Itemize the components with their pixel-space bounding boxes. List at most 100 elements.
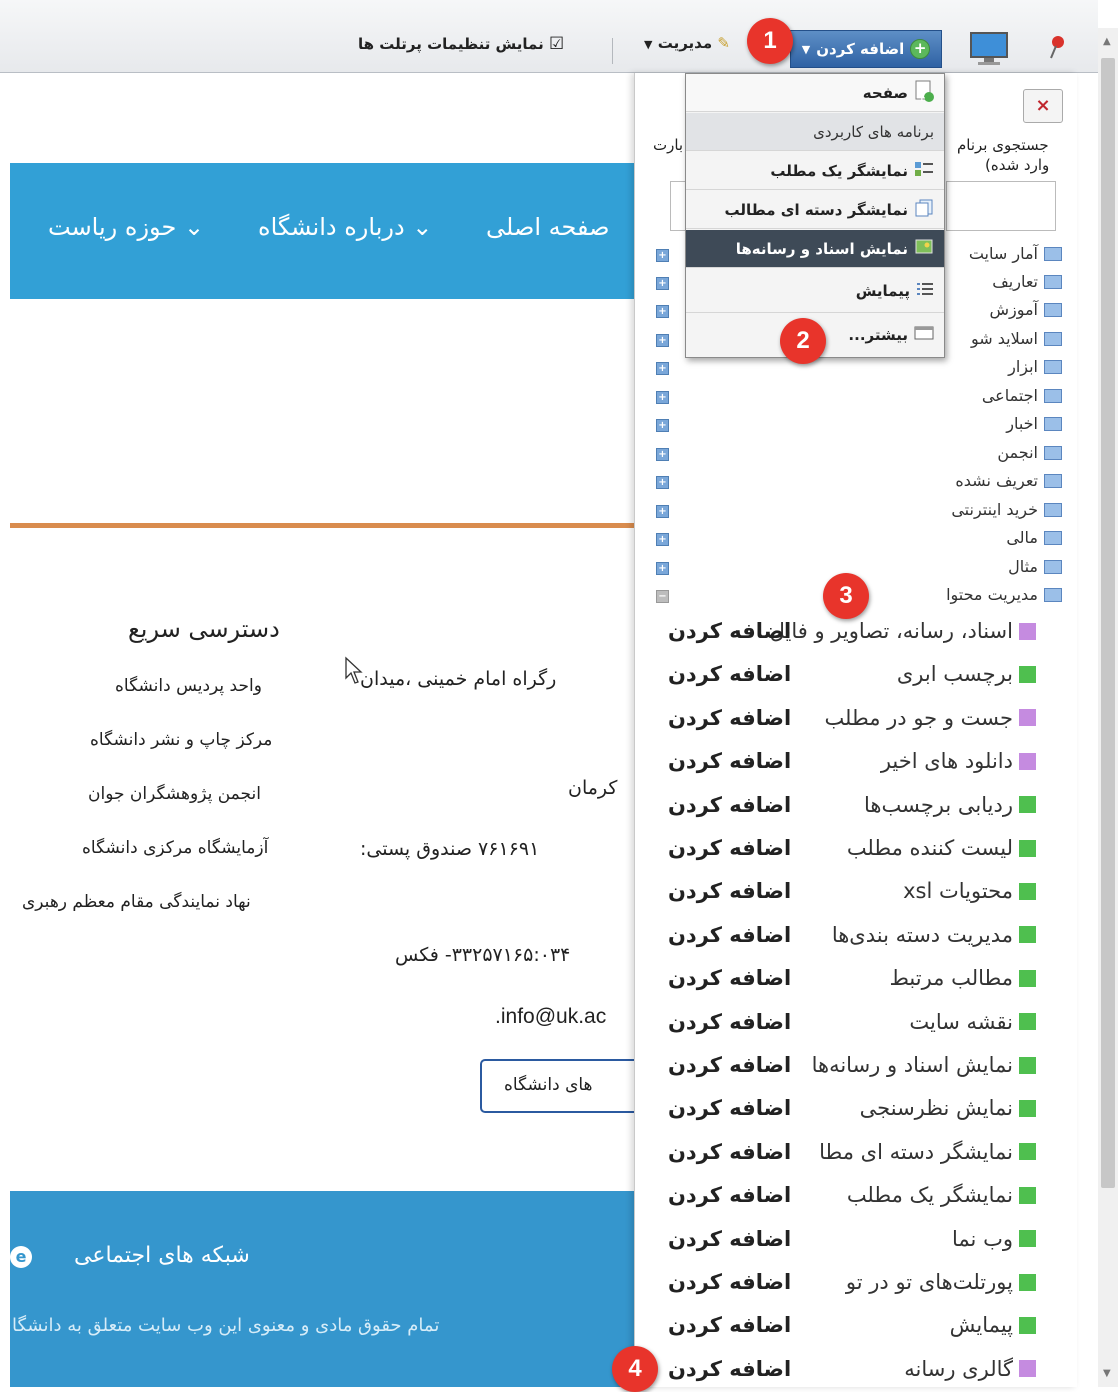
category-item[interactable]: آموزش [989,300,1062,319]
application-item[interactable]: مطالب مرتبط اضافه کردن [634,958,1076,1000]
add-application-link[interactable]: اضافه کردن [668,793,791,817]
copyright-text: تمام حقوق مادی و معنوی این وب سایت متعلق… [12,1315,440,1336]
add-application-link[interactable]: اضافه کردن [668,662,791,686]
monitor-icon[interactable] [968,31,1010,67]
expand-icon[interactable]: + [656,562,669,575]
application-item[interactable]: وب نما اضافه کردن [634,1219,1076,1261]
dropdown-page-item[interactable]: + صفحه [686,74,944,112]
category-item[interactable]: اجتماعی [982,386,1062,405]
pin-icon[interactable] [1048,34,1066,60]
add-application-link[interactable]: اضافه کردن [668,1357,791,1381]
expand-icon[interactable]: + [656,305,669,318]
scroll-down-arrow-icon[interactable]: ▼ [1103,1368,1111,1379]
manage-menu[interactable]: ✎ مدیریت ▼ [644,34,730,52]
expand-icon[interactable]: + [656,476,669,489]
dropdown-item-label: نمایشگر یک مطلب [770,161,908,180]
expand-icon[interactable]: + [656,277,669,290]
add-application-link[interactable]: اضافه کردن [668,1053,791,1077]
quick-link[interactable]: مرکز چاپ و نشر دانشگاه [90,730,272,750]
expand-icon[interactable]: + [656,505,669,518]
quick-link[interactable]: واحد پردیس دانشگاه [115,676,262,696]
category-item[interactable]: مثال [1008,557,1062,576]
application-item[interactable]: گالری رسانه اضافه کردن [634,1349,1076,1391]
expand-icon[interactable]: + [656,419,669,432]
add-application-link[interactable]: اضافه کردن [668,1140,791,1164]
dropdown-item-navigation[interactable]: پیمایش [686,269,944,313]
quick-link[interactable]: نهاد نمایندگی مقام معظم رهبری [22,892,251,912]
portlet-icon [1019,882,1036,900]
social-network-icon[interactable]: e [10,1246,32,1268]
application-label: جست و جو در مطلب [824,705,1013,730]
search-input[interactable] [946,181,1056,231]
application-item[interactable]: دانلود های اخیر اضافه کردن [634,741,1076,783]
contact-email[interactable]: info@uk.ac. [495,1005,606,1029]
expand-icon[interactable]: + [656,391,669,404]
scroll-up-arrow-icon[interactable]: ▲ [1103,36,1111,47]
application-item[interactable]: نمایش اسناد و رسانه‌ها اضافه کردن [634,1045,1076,1087]
application-label: گالری رسانه [904,1356,1013,1381]
dropdown-item-asset-publisher-multi[interactable]: نمایشگر دسته ای مطالب [686,191,944,229]
folder-icon [1044,559,1062,574]
scrollbar-thumb[interactable] [1101,58,1115,1188]
application-item[interactable]: برچسب ابری اضافه کردن [634,654,1076,696]
quick-link[interactable]: انجمن پژوهشگران جوان [88,784,261,804]
expand-icon[interactable]: + [656,334,669,347]
category-item[interactable]: اخبار [1006,414,1062,433]
close-icon[interactable]: × [1023,89,1063,123]
checkbox-checked-icon: ☑ [548,34,565,54]
application-item[interactable]: پورتلت‌های تو در تو اضافه کردن [634,1262,1076,1304]
add-application-link[interactable]: اضافه کردن [668,836,791,860]
application-item[interactable]: پیمایش اضافه کردن [634,1305,1076,1347]
toggle-portlet-settings[interactable]: ☑ نمایش تنظیمات پرتلت ها [358,34,564,54]
application-item[interactable]: لیست کننده مطلب اضافه کردن [634,828,1076,870]
category-item[interactable]: اسلاید شو [971,329,1062,348]
add-application-link[interactable]: اضافه کردن [668,619,791,643]
application-item[interactable]: نمایشگر یک مطلب اضافه کردن [634,1175,1076,1217]
folder-icon [1044,359,1062,374]
dropdown-item-documents-media[interactable]: نمایش اسناد و رسانه‌ها [686,230,944,268]
add-application-link[interactable]: اضافه کردن [668,1010,791,1034]
nav-about[interactable]: ⌄ درباره دانشگاه [258,213,432,241]
application-item[interactable]: نمایشگر دسته ای مطا اضافه کردن [634,1132,1076,1174]
expand-icon[interactable]: + [656,448,669,461]
category-item[interactable]: انجمن [997,443,1062,462]
application-item[interactable]: نمایش نظرسنجی اضافه کردن [634,1088,1076,1130]
nav-presidency[interactable]: ⌄ حوزه ریاست [48,213,204,241]
category-item[interactable]: مدیریت محتوا [946,585,1062,604]
expand-icon[interactable]: + [656,533,669,546]
category-item[interactable]: آمار سایت [969,244,1062,263]
category-item[interactable]: ابزار [1008,357,1062,376]
category-label: اسلاید شو [970,329,1038,348]
add-application-link[interactable]: اضافه کردن [668,1313,791,1337]
expand-icon[interactable]: + [656,249,669,262]
application-item[interactable]: اسناد، رسانه، تصاویر و فایل اضافه کردن [634,611,1076,653]
add-application-link[interactable]: اضافه کردن [668,749,791,773]
category-item[interactable]: تعریف نشده [955,471,1062,490]
add-application-link[interactable]: اضافه کردن [668,706,791,730]
chevron-down-icon: ⌄ [183,213,205,241]
application-label: مدیریت دسته بندی‌ها [831,922,1013,947]
category-item[interactable]: خرید اینترنتی [951,500,1062,519]
application-item[interactable]: مدیریت دسته بندی‌ها اضافه کردن [634,915,1076,957]
add-application-link[interactable]: اضافه کردن [668,1183,791,1207]
add-application-link[interactable]: اضافه کردن [668,1270,791,1294]
add-application-link[interactable]: اضافه کردن [668,966,791,990]
application-item[interactable]: ردیابی برچسب‌ها اضافه کردن [634,785,1076,827]
nav-home[interactable]: صفحه اصلی [486,213,610,241]
application-item[interactable]: محتویات xsl اضافه کردن [634,871,1076,913]
add-application-link[interactable]: اضافه کردن [668,1227,791,1251]
add-button[interactable]: + اضافه کردن ▼ [790,30,942,68]
collapse-icon[interactable]: − [656,590,669,603]
university-links-button[interactable]: های دانشگاه [480,1059,640,1113]
add-application-link[interactable]: اضافه کردن [668,879,791,903]
add-application-link[interactable]: اضافه کردن [668,923,791,947]
expand-icon[interactable]: + [656,362,669,375]
quick-link[interactable]: آزمایشگاه مرکزی دانشگاه [82,838,268,858]
add-application-link[interactable]: اضافه کردن [668,1096,791,1120]
category-item[interactable]: مالی [1006,528,1062,547]
dropdown-item-asset-publisher-single[interactable]: نمایشگر یک مطلب [686,152,944,190]
folder-icon [1044,416,1062,431]
application-item[interactable]: جست و جو در مطلب اضافه کردن [634,698,1076,740]
application-item[interactable]: نقشه سایت اضافه کردن [634,1002,1076,1044]
category-item[interactable]: تعاریف [992,272,1062,291]
